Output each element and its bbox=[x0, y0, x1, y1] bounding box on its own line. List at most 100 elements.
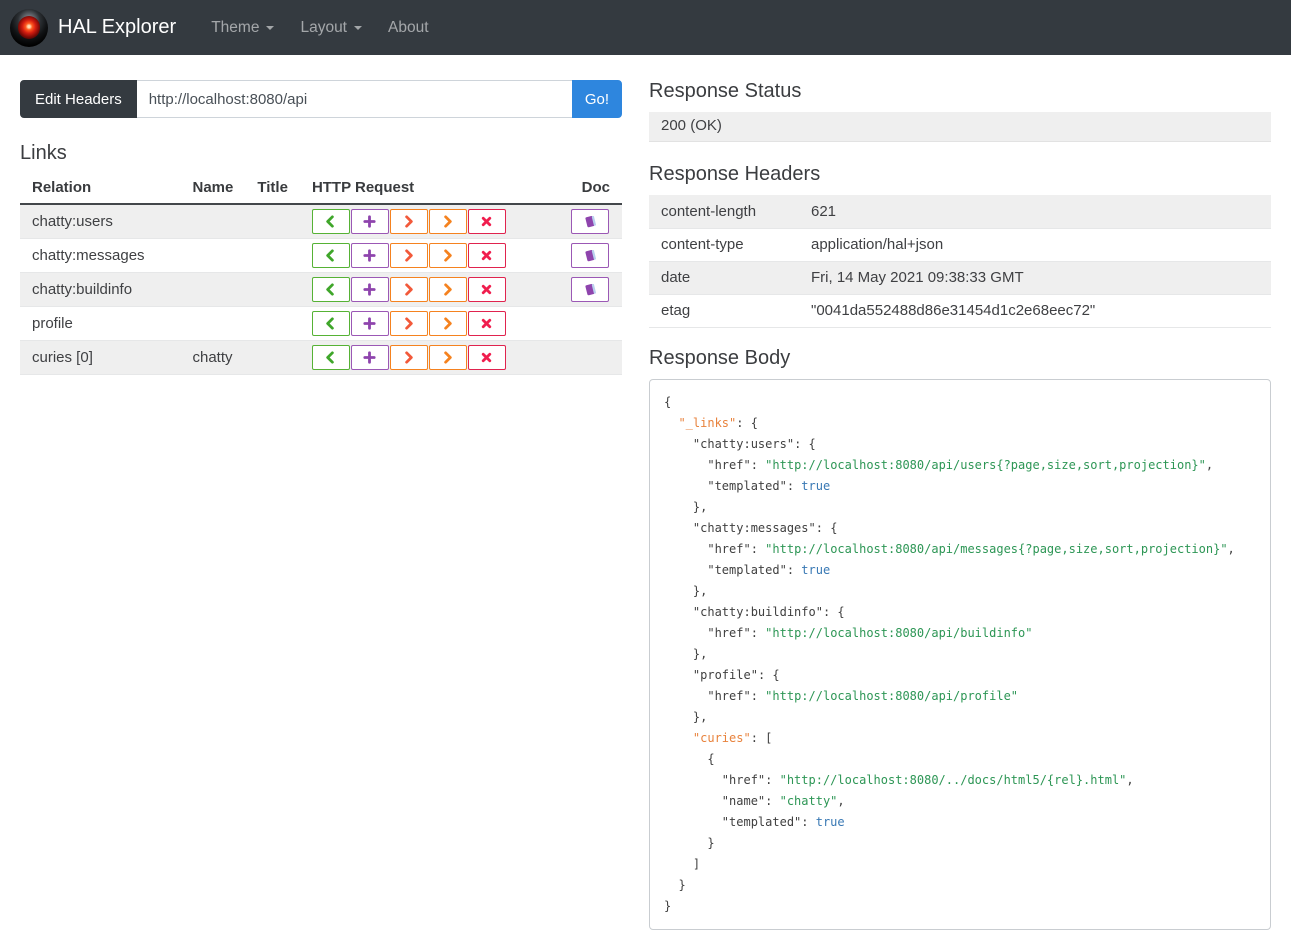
title-cell bbox=[245, 273, 300, 307]
http-request-cell bbox=[300, 307, 559, 341]
post-request-button[interactable] bbox=[350, 345, 389, 370]
chevron-right-icon bbox=[405, 249, 414, 262]
doc-cell bbox=[559, 239, 622, 273]
doc-cell bbox=[559, 204, 622, 239]
header-name: etag bbox=[649, 294, 799, 328]
title-cell bbox=[245, 307, 300, 341]
chevron-right-icon bbox=[405, 351, 414, 364]
go-button[interactable]: Go! bbox=[571, 80, 622, 118]
table-row: chatty:buildinfo bbox=[20, 272, 622, 307]
patch-request-button[interactable] bbox=[428, 277, 467, 302]
name-cell bbox=[181, 307, 246, 341]
chevron-right-icon bbox=[405, 283, 414, 296]
name-cell: chatty bbox=[192, 349, 233, 366]
get-request-button[interactable] bbox=[311, 277, 350, 302]
http-request-cell bbox=[300, 341, 559, 375]
header-value: 621 bbox=[799, 195, 1271, 229]
chevron-left-icon bbox=[326, 283, 335, 296]
header-value: Fri, 14 May 2021 09:38:33 GMT bbox=[799, 261, 1271, 295]
response-headers-title: Response Headers bbox=[649, 163, 821, 185]
doc-button[interactable] bbox=[571, 277, 609, 302]
get-request-button[interactable] bbox=[311, 243, 350, 268]
hal-9000-logo-icon bbox=[10, 8, 48, 47]
post-request-button[interactable] bbox=[350, 243, 389, 268]
header-name: content-length bbox=[649, 195, 799, 229]
brand-title: HAL Explorer bbox=[58, 16, 177, 38]
post-request-button[interactable] bbox=[350, 311, 389, 336]
response-body-title: Response Body bbox=[649, 346, 791, 369]
title-cell bbox=[245, 341, 300, 375]
x-icon bbox=[482, 216, 492, 227]
delete-request-button[interactable] bbox=[467, 345, 506, 370]
column-header-title: Title bbox=[245, 174, 300, 205]
book-icon bbox=[584, 215, 596, 228]
patch-request-button[interactable] bbox=[428, 311, 467, 336]
patch-request-button[interactable] bbox=[428, 243, 467, 268]
chevron-right-icon bbox=[444, 283, 453, 296]
x-icon bbox=[482, 250, 492, 261]
book-icon bbox=[584, 249, 596, 262]
doc-cell bbox=[559, 341, 622, 375]
put-request-button[interactable] bbox=[389, 243, 428, 268]
header-value: application/hal+json bbox=[799, 228, 1271, 262]
relation-cell: curies [0] bbox=[32, 349, 93, 366]
nav-item-layout[interactable]: Layout bbox=[287, 19, 375, 37]
column-header-relation: Relation bbox=[20, 174, 181, 205]
chevron-right-icon bbox=[444, 215, 453, 228]
chevron-left-icon bbox=[326, 317, 335, 330]
navbar-menu: Theme Layout About bbox=[198, 19, 441, 37]
url-input[interactable] bbox=[136, 80, 572, 118]
response-header-row: content-length 621 bbox=[649, 195, 1271, 229]
patch-request-button[interactable] bbox=[428, 209, 467, 234]
chevron-left-icon bbox=[326, 351, 335, 364]
get-request-button[interactable] bbox=[311, 345, 350, 370]
http-request-cell bbox=[300, 204, 559, 239]
name-cell bbox=[181, 204, 246, 239]
table-row: chatty:users bbox=[20, 204, 622, 239]
get-request-button[interactable] bbox=[311, 311, 350, 336]
name-cell bbox=[181, 273, 246, 307]
delete-request-button[interactable] bbox=[467, 209, 506, 234]
doc-button[interactable] bbox=[571, 209, 609, 234]
plus-icon bbox=[363, 249, 377, 262]
header-name: content-type bbox=[649, 228, 799, 262]
get-request-button[interactable] bbox=[311, 209, 350, 234]
response-header-row: etag "0041da552488d86e31454d1c2e68eec72" bbox=[649, 294, 1271, 328]
plus-icon bbox=[363, 351, 377, 364]
post-request-button[interactable] bbox=[350, 209, 389, 234]
nav-item-theme[interactable]: Theme bbox=[198, 19, 287, 37]
delete-request-button[interactable] bbox=[467, 277, 506, 302]
chevron-right-icon bbox=[405, 215, 414, 228]
put-request-button[interactable] bbox=[389, 209, 428, 234]
doc-button[interactable] bbox=[571, 243, 609, 268]
edit-headers-button[interactable]: Edit Headers bbox=[20, 80, 137, 118]
nav-item-about[interactable]: About bbox=[375, 19, 442, 37]
header-value: "0041da552488d86e31454d1c2e68eec72" bbox=[799, 294, 1271, 328]
put-request-button[interactable] bbox=[389, 345, 428, 370]
brand-link[interactable]: HAL Explorer bbox=[10, 8, 177, 47]
column-header-http-request: HTTP Request bbox=[299, 174, 559, 205]
navbar: HAL Explorer Theme Layout About bbox=[0, 0, 1291, 55]
response-pane: Response Status 200 (OK) Response Header… bbox=[649, 80, 1271, 930]
doc-cell bbox=[559, 273, 622, 307]
post-request-button[interactable] bbox=[350, 277, 389, 302]
header-name: date bbox=[649, 261, 799, 295]
doc-cell bbox=[559, 307, 622, 341]
relation-cell: chatty:buildinfo bbox=[32, 281, 133, 298]
links-title: Links bbox=[20, 142, 67, 164]
response-status-row: 200 (OK) bbox=[649, 112, 1271, 142]
links-table-header: Relation Name Title HTTP Request Doc bbox=[20, 174, 622, 205]
response-status-value: 200 (OK) bbox=[661, 117, 722, 134]
plus-icon bbox=[363, 317, 377, 330]
book-icon bbox=[584, 283, 596, 296]
x-icon bbox=[482, 352, 492, 363]
chevron-down-icon bbox=[354, 25, 362, 30]
column-header-name: Name bbox=[180, 174, 246, 205]
patch-request-button[interactable] bbox=[428, 345, 467, 370]
response-headers-table: content-length 621 content-type application… bbox=[649, 195, 1271, 328]
response-body-code: { "_links": { "chatty:users": { "href": … bbox=[649, 378, 1271, 930]
delete-request-button[interactable] bbox=[467, 311, 506, 336]
put-request-button[interactable] bbox=[389, 311, 428, 336]
delete-request-button[interactable] bbox=[467, 243, 506, 268]
put-request-button[interactable] bbox=[389, 277, 428, 302]
